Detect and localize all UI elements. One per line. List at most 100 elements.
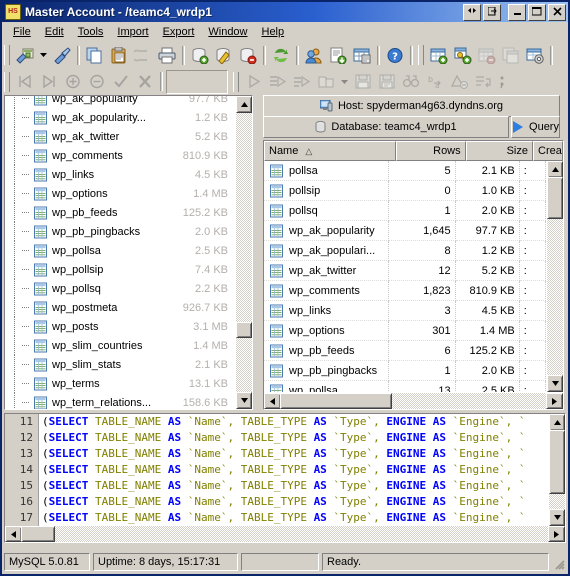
cell-name[interactable]: wp_links: [264, 301, 390, 321]
host-tab[interactable]: Host: spyderman4g63.dyndns.org: [263, 95, 560, 117]
table-row[interactable]: wp_ak_twitter 12 5.2 KB:: [264, 261, 546, 281]
undock-button[interactable]: [483, 3, 501, 21]
print-button[interactable]: [155, 44, 179, 67]
menu-import[interactable]: Import: [110, 24, 155, 40]
toolbar-grip[interactable]: [4, 45, 10, 65]
cell-name[interactable]: wp_ak_populari...: [264, 241, 390, 261]
cell-size[interactable]: 97.7 KB: [455, 221, 520, 241]
cell-created[interactable]: :: [519, 301, 546, 321]
cell-size[interactable]: 125.2 KB: [455, 341, 520, 361]
tree-item[interactable]: wp_ak_popularity... 1.2 KB: [5, 108, 236, 127]
grid-scroll-up-button[interactable]: [547, 161, 563, 178]
maintenance-button[interactable]: [523, 44, 547, 67]
paste-button[interactable]: [107, 44, 131, 67]
cell-created[interactable]: :: [519, 341, 546, 361]
tree-item[interactable]: wp_links 4.5 KB: [5, 165, 236, 184]
tab-database[interactable]: Database: teamc4_wrdp1: [263, 116, 509, 138]
sql-horizontal-scrollbar[interactable]: [5, 526, 565, 542]
copy-button[interactable]: [83, 44, 107, 67]
menu-file[interactable]: File: [6, 24, 38, 40]
menu-help[interactable]: Help: [255, 24, 292, 40]
tree-item[interactable]: wp_slim_stats 2.1 KB: [5, 355, 236, 374]
sql-vertical-scrollbar[interactable]: [549, 414, 565, 526]
tree-scroll-down-button[interactable]: [236, 392, 252, 409]
cell-created[interactable]: :: [519, 321, 546, 341]
cell-size[interactable]: 1.0 KB: [455, 181, 520, 201]
sql-line[interactable]: (SELECT TABLE_NAME AS `Name`, TABLE_TYPE…: [39, 430, 548, 446]
grid-hscroll-thumb[interactable]: [280, 393, 392, 409]
tree-item[interactable]: wp_ak_twitter 5.2 KB: [5, 127, 236, 146]
menu-export[interactable]: Export: [156, 24, 202, 40]
disconnect-button[interactable]: [50, 44, 74, 67]
sql-vscroll-thumb[interactable]: [549, 430, 565, 494]
session-manager-button[interactable]: [13, 44, 37, 67]
tree-scrollbar-thumb[interactable]: [236, 321, 252, 338]
create-table-button[interactable]: [427, 44, 451, 67]
tree-item[interactable]: wp_posts 3.1 MB: [5, 317, 236, 336]
cell-created[interactable]: :: [519, 201, 546, 221]
sql-scroll-right-button[interactable]: [548, 526, 565, 542]
cell-size[interactable]: 1.2 KB: [455, 241, 520, 261]
resize-grip[interactable]: [552, 557, 566, 571]
table-row[interactable]: pollsip 0 1.0 KB:: [264, 181, 546, 201]
tree-item[interactable]: wp_postmeta 926.7 KB: [5, 298, 236, 317]
cell-name[interactable]: wp_ak_twitter: [264, 261, 390, 281]
database-tree-panel[interactable]: wp_ak_popularity 97.7 KB wp_ak_popularity.…: [4, 95, 253, 410]
drop-database-button[interactable]: [236, 44, 260, 67]
tree-item[interactable]: wp_term_relations... 158.6 KB: [5, 393, 236, 409]
tree-item[interactable]: wp_options 1.4 MB: [5, 184, 236, 203]
cell-rows[interactable]: 3: [389, 301, 456, 321]
cell-size[interactable]: 4.5 KB: [455, 301, 520, 321]
grid-scroll-right-button[interactable]: [546, 393, 563, 409]
menu-tools[interactable]: Tools: [71, 24, 111, 40]
table-row[interactable]: wp_ak_populari... 8 1.2 KB:: [264, 241, 546, 261]
create-view-button[interactable]: [451, 44, 475, 67]
tables-grid-body[interactable]: pollsa 5 2.1 KB: pollsip 0 1.0 KB: pollsq 1 2.0 …: [264, 161, 546, 392]
maximize-button[interactable]: [528, 3, 546, 21]
cell-created[interactable]: :: [520, 381, 546, 392]
cell-name[interactable]: wp_comments: [264, 281, 390, 301]
sql-line[interactable]: (SELECT TABLE_NAME AS `Name`, TABLE_TYPE…: [39, 414, 548, 430]
cell-rows[interactable]: 1: [389, 361, 456, 381]
table-row[interactable]: wp_comments 1,823 810.9 KB:: [264, 281, 546, 301]
tree-vertical-scrollbar[interactable]: [236, 96, 252, 409]
toolbar-grip-2[interactable]: [418, 45, 424, 65]
cell-rows[interactable]: 1: [389, 201, 456, 221]
cell-name[interactable]: wp_options: [264, 321, 390, 341]
cell-size[interactable]: 810.9 KB: [455, 281, 520, 301]
cell-created[interactable]: :: [519, 261, 546, 281]
database-tree[interactable]: wp_ak_popularity 97.7 KB wp_ak_popularity.…: [5, 96, 236, 409]
grid-vertical-scrollbar[interactable]: [547, 161, 563, 392]
cell-size[interactable]: 2.1 KB: [455, 161, 520, 181]
column-header-rows[interactable]: Rows: [395, 141, 466, 161]
cell-rows[interactable]: 12: [389, 261, 456, 281]
grid-scroll-down-button[interactable]: [547, 375, 563, 392]
sql-hscroll-track[interactable]: [21, 526, 549, 542]
cell-created[interactable]: :: [519, 281, 546, 301]
cell-rows[interactable]: 6: [389, 341, 456, 361]
tree-item[interactable]: wp_terms 13.1 KB: [5, 374, 236, 393]
cell-rows[interactable]: 1,823: [389, 281, 456, 301]
cell-created[interactable]: :: [519, 361, 546, 381]
table-row[interactable]: wp_ak_popularity 1,645 97.7 KB:: [264, 221, 546, 241]
cell-created[interactable]: :: [519, 241, 546, 261]
tree-scroll-up-button[interactable]: [236, 96, 252, 113]
cell-rows[interactable]: 0: [389, 181, 456, 201]
column-header-created[interactable]: Crea: [533, 141, 563, 161]
user-manager-button[interactable]: [302, 44, 326, 67]
grid-horizontal-scrollbar[interactable]: [264, 393, 563, 409]
cell-created[interactable]: :: [519, 181, 546, 201]
sql-line[interactable]: (SELECT TABLE_NAME AS `Name`, TABLE_TYPE…: [39, 478, 548, 494]
restore-down-button[interactable]: [463, 3, 481, 21]
table-row[interactable]: wp_pb_feeds 6 125.2 KB:: [264, 341, 546, 361]
sql-log-panel[interactable]: 11 12 13 14 15 16 17 (SELECT TABLE_NAME AS `Na…: [4, 413, 566, 543]
cell-name[interactable]: wp_pb_pingbacks: [264, 361, 390, 381]
cell-name[interactable]: pollsip: [264, 181, 390, 201]
column-header-name[interactable]: Name △: [264, 141, 396, 161]
sql-line[interactable]: (SELECT TABLE_NAME AS `Name`, TABLE_TYPE…: [39, 462, 548, 478]
table-row[interactable]: pollsq 1 2.0 KB:: [264, 201, 546, 221]
toolbar-grip-3[interactable]: [4, 71, 10, 92]
cell-name[interactable]: wp_pollsa: [264, 381, 390, 392]
cell-rows[interactable]: 8: [389, 241, 456, 261]
sql-line[interactable]: (SELECT TABLE_NAME AS `Name`, TABLE_TYPE…: [39, 510, 548, 526]
